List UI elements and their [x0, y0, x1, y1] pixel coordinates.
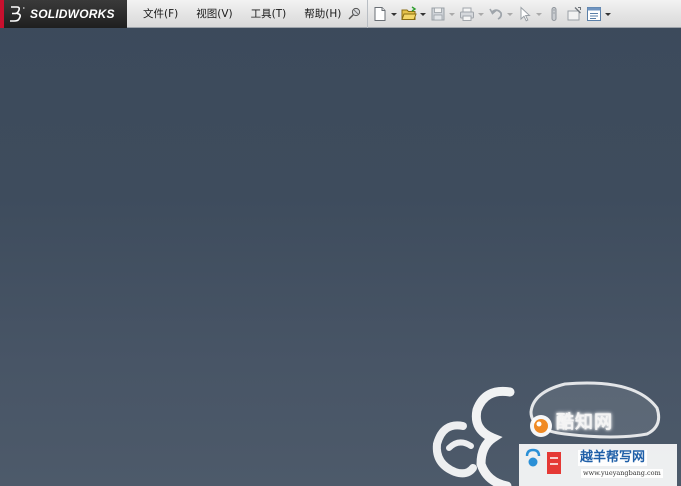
- open-button[interactable]: [401, 3, 426, 25]
- watermark-logo: 酷知网 越羊帮写网 www.yueyangbang.com: [415, 378, 681, 486]
- standard-toolbar: [367, 0, 615, 28]
- ds-logo-icon: [10, 6, 25, 22]
- new-document-dropdown-icon[interactable]: [391, 12, 397, 16]
- select-dropdown-icon[interactable]: [536, 12, 542, 16]
- rebuild-icon: [551, 7, 557, 21]
- menu-help[interactable]: 帮助(H): [297, 0, 348, 28]
- select-pointer-icon: [520, 6, 531, 22]
- new-document-button[interactable]: [372, 3, 397, 25]
- save-dropdown-icon[interactable]: [449, 12, 455, 16]
- menu-tools[interactable]: 工具(T): [244, 0, 294, 28]
- watermark-site-text: 越羊帮写网: [578, 450, 648, 466]
- options-button[interactable]: [586, 3, 611, 25]
- open-dropdown-icon[interactable]: [420, 12, 426, 16]
- open-folder-icon: [401, 6, 417, 20]
- print-button[interactable]: [459, 3, 484, 25]
- file-properties-button[interactable]: [566, 3, 582, 25]
- menu-bar: SOLIDWORKS 文件(F) 视图(V) 工具(T) 帮助(H): [0, 0, 681, 28]
- file-properties-icon: [567, 7, 581, 21]
- solidworks-window: SOLIDWORKS 文件(F) 视图(V) 工具(T) 帮助(H) 酷知网 越…: [0, 0, 681, 486]
- options-dropdown-icon[interactable]: [605, 12, 611, 16]
- new-document-icon: [374, 7, 386, 21]
- menu-view[interactable]: 视图(V): [189, 0, 239, 28]
- watermark-main-text: 酷知网: [556, 412, 613, 433]
- save-icon: [431, 7, 445, 21]
- undo-icon: [489, 8, 503, 20]
- options-icon: [587, 7, 601, 21]
- select-button[interactable]: [517, 3, 542, 25]
- undo-button[interactable]: [488, 3, 513, 25]
- brand-name: SOLIDWORKS: [30, 7, 115, 21]
- rebuild-button[interactable]: [546, 3, 562, 25]
- undo-dropdown-icon[interactable]: [507, 12, 513, 16]
- print-dropdown-icon[interactable]: [478, 12, 484, 16]
- menu-file[interactable]: 文件(F): [136, 0, 185, 28]
- main-menu: 文件(F) 视图(V) 工具(T) 帮助(H): [136, 0, 352, 28]
- save-button[interactable]: [430, 3, 455, 25]
- print-icon: [460, 7, 474, 21]
- app-logo[interactable]: SOLIDWORKS: [0, 0, 127, 28]
- watermark-url-text: www.yueyangbang.com: [581, 469, 663, 478]
- pin-icon[interactable]: [346, 6, 362, 22]
